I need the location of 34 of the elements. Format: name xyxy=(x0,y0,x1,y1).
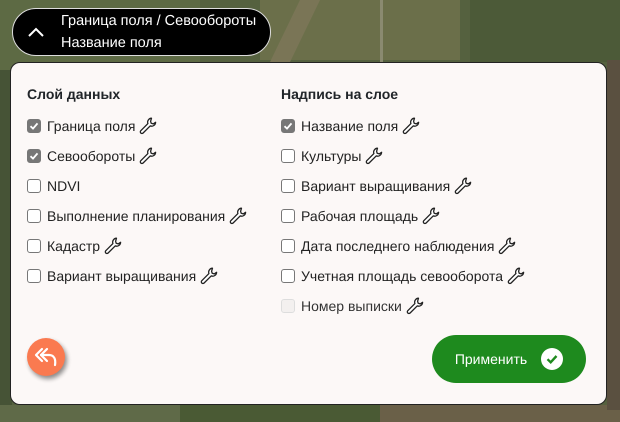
checkbox[interactable] xyxy=(281,269,295,283)
checkbox-label[interactable]: Дата последнего наблюдения xyxy=(301,236,494,256)
checkbox[interactable] xyxy=(281,179,295,193)
checkbox-label[interactable]: Вариант выращивания xyxy=(301,176,450,196)
checkbox-label[interactable]: Название поля xyxy=(301,116,398,136)
summary-text: Название поля xyxy=(61,34,163,53)
checkbox-label[interactable]: Севообороты xyxy=(47,146,136,166)
checkbox[interactable] xyxy=(281,239,295,253)
checkbox-label[interactable]: Учетная площадь севооборота xyxy=(301,266,504,286)
summary-text: Граница поля / Севообороты xyxy=(61,12,256,31)
back-button[interactable] xyxy=(27,338,65,376)
checkbox[interactable] xyxy=(27,209,41,223)
checkbox[interactable] xyxy=(27,269,41,283)
caret-icon xyxy=(27,26,45,38)
checkbox[interactable] xyxy=(27,149,41,163)
apply-button[interactable]: Применить xyxy=(432,335,586,383)
column-heading: Слой данных xyxy=(27,85,122,103)
checkbox-label[interactable]: Культуры xyxy=(301,146,362,166)
checkbox-label[interactable]: Кадастр xyxy=(47,236,100,256)
checkbox[interactable] xyxy=(281,149,295,163)
checkbox[interactable] xyxy=(27,119,41,133)
checkbox[interactable] xyxy=(281,209,295,223)
checkbox-label[interactable]: NDVI xyxy=(47,176,80,196)
check-circle-icon xyxy=(541,348,564,370)
checkbox[interactable] xyxy=(27,239,41,253)
checkbox-label[interactable]: Выполнение планирования xyxy=(47,206,226,226)
checkbox-label[interactable]: Граница поля xyxy=(47,116,136,136)
checkbox[interactable] xyxy=(27,179,41,193)
checkbox[interactable] xyxy=(281,119,295,133)
checkbox-label[interactable]: Рабочая площадь xyxy=(301,206,418,226)
column-heading: Надпись на слое xyxy=(281,85,400,103)
checkbox-label[interactable]: Вариант выращивания xyxy=(47,266,196,286)
double-reply-icon xyxy=(34,347,58,367)
layer-summary-toggle[interactable]: Граница поля / Севообороты Название поля xyxy=(12,8,272,56)
